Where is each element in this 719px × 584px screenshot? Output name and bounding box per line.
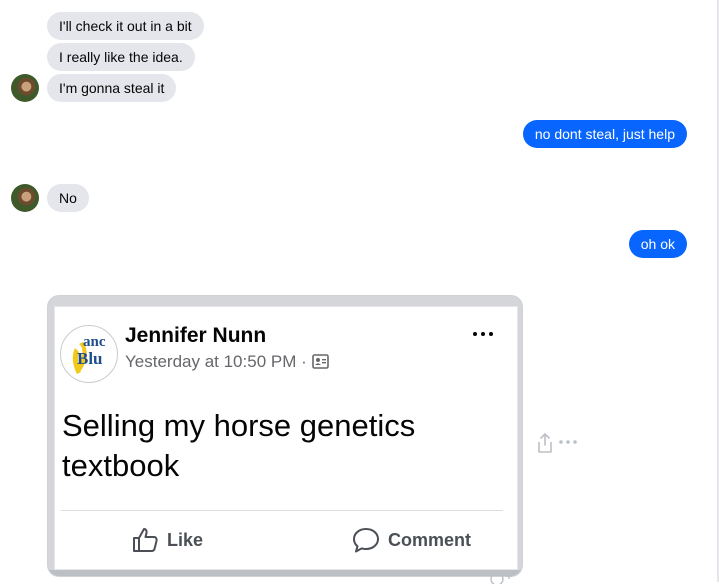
shared-post-attachment[interactable]: anc Blu Jennifer Nunn Yesterday at 10:50… (47, 295, 523, 577)
meta-separator: · (301, 352, 307, 371)
message-more-icon[interactable] (558, 437, 578, 447)
share-icon[interactable] (536, 432, 554, 454)
comment-button[interactable]: Comment (352, 523, 471, 557)
contact-avatar[interactable] (11, 184, 39, 212)
more-options-icon[interactable] (471, 329, 495, 339)
contact-avatar[interactable] (11, 74, 39, 102)
comment-label: Comment (388, 529, 472, 550)
svg-text:Blu: Blu (77, 349, 103, 368)
svg-text:anc: anc (83, 334, 106, 350)
ribbon-logo-icon: anc Blu (72, 334, 106, 374)
message-incoming[interactable]: No (47, 184, 89, 212)
post-divider (61, 510, 503, 511)
shared-post-card: anc Blu Jennifer Nunn Yesterday at 10:50… (54, 306, 518, 570)
message-incoming[interactable]: I really like the idea. (47, 43, 195, 71)
page-logo[interactable]: anc Blu (60, 325, 118, 383)
message-outgoing[interactable]: oh ok (628, 230, 687, 258)
message-incoming[interactable]: I'm gonna steal it (47, 74, 177, 102)
card-bottom-edge (48, 570, 522, 576)
comment-bubble-icon (353, 528, 379, 553)
post-timestamp-text: Yesterday at 10:50 PM (125, 352, 297, 371)
like-button[interactable]: Like (131, 523, 203, 557)
post-author-name[interactable]: Jennifer Nunn (125, 324, 266, 348)
message-outgoing[interactable]: no dont steal, just help (522, 120, 687, 148)
message-incoming[interactable]: I'll check it out in a bit (47, 12, 204, 40)
post-timestamp[interactable]: Yesterday at 10:50 PM · (125, 352, 329, 372)
thumbs-up-icon (133, 528, 158, 552)
post-body-text: Selling my horse genetics textbook (62, 408, 416, 483)
like-label: Like (167, 529, 204, 550)
contacts-icon (311, 354, 329, 369)
